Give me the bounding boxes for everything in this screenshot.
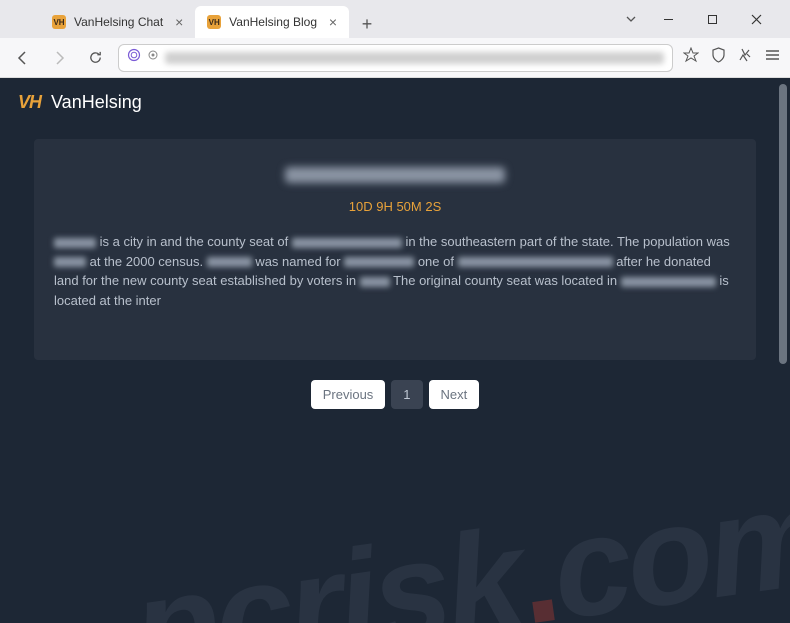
site-title: VanHelsing [51,92,142,113]
address-bar [0,38,790,78]
pagination: Previous 1 Next [0,380,790,409]
close-tab-icon[interactable]: × [171,14,187,30]
redacted-word [54,238,96,248]
chevron-down-icon[interactable] [616,13,646,25]
redacted-word [621,277,716,287]
tab-favicon-icon: VH [52,15,66,29]
victim-name-redacted [285,167,505,183]
minimize-button[interactable] [646,3,690,35]
new-tab-button[interactable]: + [353,10,381,38]
circuit-icon [147,48,159,67]
bookmark-icon[interactable] [683,47,699,68]
page-number[interactable]: 1 [391,380,422,409]
tab-label: VanHelsing Blog [229,15,317,29]
close-window-button[interactable] [734,3,778,35]
back-button[interactable] [10,45,36,71]
url-text-redacted [165,52,664,64]
previous-button[interactable]: Previous [311,380,386,409]
redacted-word [344,257,414,267]
tab-favicon-icon: VH [207,15,221,29]
tab-vanhelsing-blog[interactable]: VH VanHelsing Blog × [195,6,349,38]
redacted-word [360,277,390,287]
site-header: VH VanHelsing [0,78,790,127]
tab-label: VanHelsing Chat [74,15,163,29]
redacted-word [458,257,613,267]
victim-description: is a city in and the county seat of in t… [54,232,736,310]
url-input[interactable] [118,44,673,72]
menu-icon[interactable] [765,48,780,67]
close-tab-icon[interactable]: × [325,14,341,30]
scrollbar[interactable] [779,84,787,364]
redacted-word [292,238,402,248]
new-identity-icon[interactable] [738,47,753,68]
reload-button[interactable] [82,45,108,71]
victim-card: 10D 9H 50M 2S is a city in and the count… [34,139,756,360]
tab-vanhelsing-chat[interactable]: VH VanHelsing Chat × [40,6,195,38]
next-button[interactable]: Next [429,380,480,409]
watermark: pcrisk.com [123,453,790,623]
forward-button[interactable] [46,45,72,71]
tor-onion-icon [127,48,141,67]
logo-mark-icon: VH [18,92,41,113]
maximize-button[interactable] [690,3,734,35]
redacted-word [54,257,86,267]
countdown-timer: 10D 9H 50M 2S [54,199,736,214]
page-content: VH VanHelsing 10D 9H 50M 2S is a city in… [0,78,790,623]
redacted-word [207,257,252,267]
tab-bar: VH VanHelsing Chat × VH VanHelsing Blog … [0,0,790,38]
shield-icon[interactable] [711,47,726,68]
